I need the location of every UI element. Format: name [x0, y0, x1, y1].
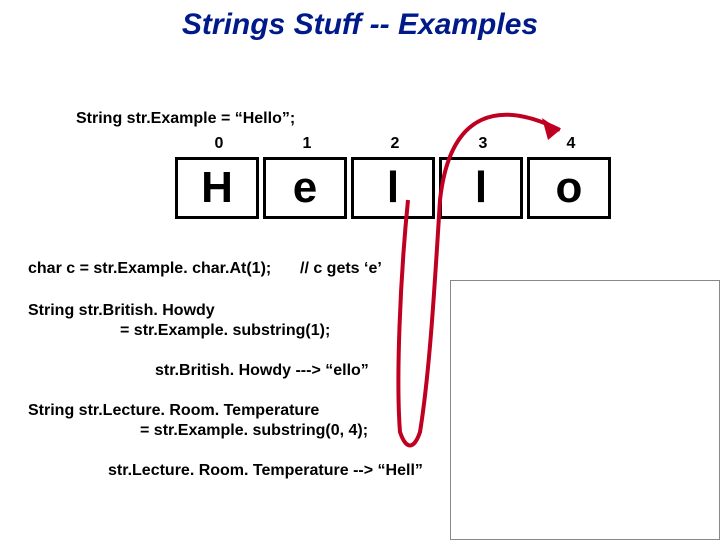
lecture-decl-2: = str.Example. substring(0, 4);	[140, 422, 368, 440]
string-declaration: String str.Example = “Hello”;	[76, 110, 295, 128]
index-1: 1	[263, 135, 351, 153]
index-0: 0	[175, 135, 263, 153]
letter-e: e	[263, 157, 347, 219]
index-row: 0 1 2 3 4	[175, 135, 615, 153]
hello-boxes: 0 1 2 3 4 H e l l o	[175, 135, 615, 219]
index-4: 4	[527, 135, 615, 153]
inset-box	[450, 280, 720, 540]
lecture-decl-1: String str.Lecture. Room. Temperature	[28, 402, 319, 420]
slide-title: Strings Stuff -- Examples	[0, 8, 720, 42]
charat-comment: // c gets ‘e’	[300, 260, 382, 278]
letter-o: o	[527, 157, 611, 219]
letter-row: H e l l o	[175, 157, 615, 219]
letter-l1: l	[351, 157, 435, 219]
british-decl-2: = str.Example. substring(1);	[120, 322, 330, 340]
charat-code: char c = str.Example. char.At(1);	[28, 260, 271, 278]
lecture-result: str.Lecture. Room. Temperature --> “Hell…	[108, 462, 423, 480]
index-2: 2	[351, 135, 439, 153]
index-3: 3	[439, 135, 527, 153]
letter-l2: l	[439, 157, 523, 219]
british-result: str.British. Howdy ---> “ello”	[155, 362, 369, 380]
letter-h: H	[175, 157, 259, 219]
british-decl-1: String str.British. Howdy	[28, 302, 215, 320]
